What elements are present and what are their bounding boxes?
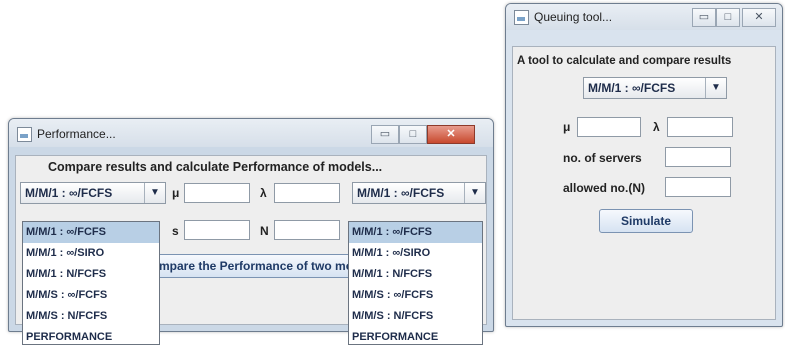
left-model-dropdown[interactable]: M/M/1 : ∞/FCFS M/M/1 : ∞/SIRO M/M/1 : N/…: [22, 221, 160, 345]
chevron-down-icon[interactable]: ▼: [464, 183, 485, 203]
s-input[interactable]: [184, 220, 250, 240]
dropdown-option[interactable]: M/M/1 : ∞/FCFS: [349, 222, 482, 243]
simulate-button[interactable]: Simulate: [599, 209, 693, 233]
servers-label: no. of servers: [563, 151, 642, 165]
servers-input[interactable]: [665, 147, 731, 167]
s-label: s: [172, 224, 179, 238]
queuing-description: A tool to calculate and compare results: [517, 55, 732, 67]
left-model-select[interactable]: M/M/1 : ∞/FCFS ▼: [20, 182, 166, 204]
performance-mu-input[interactable]: [184, 183, 250, 203]
performance-mu-label: μ: [172, 186, 180, 200]
dropdown-option[interactable]: M/M/S : N/FCFS: [23, 306, 159, 327]
n-input[interactable]: [274, 220, 340, 240]
maximize-icon[interactable]: □: [716, 8, 740, 27]
minimize-icon[interactable]: ▭: [692, 8, 716, 27]
maximize-icon[interactable]: □: [399, 125, 427, 144]
queuing-tool-window: Queuing tool... ▭ □ ✕ A tool to calculat…: [505, 3, 783, 327]
dropdown-option[interactable]: M/M/S : N/FCFS: [349, 306, 482, 327]
dropdown-option[interactable]: M/M/S : ∞/FCFS: [23, 285, 159, 306]
right-model-dropdown[interactable]: M/M/1 : ∞/FCFS M/M/1 : ∞/SIRO M/M/1 : N/…: [348, 221, 483, 345]
queuing-mu-label: μ: [563, 120, 571, 134]
queuing-model-value: M/M/1 : ∞/FCFS: [588, 81, 676, 95]
chevron-down-icon[interactable]: ▼: [705, 78, 726, 98]
queuing-lambda-input[interactable]: [667, 117, 733, 137]
queuing-mu-input[interactable]: [577, 117, 641, 137]
minimize-icon[interactable]: ▭: [371, 125, 399, 144]
right-model-select[interactable]: M/M/1 : ∞/FCFS ▼: [352, 182, 486, 204]
dropdown-option[interactable]: M/M/1 : ∞/SIRO: [23, 243, 159, 264]
performance-titlebar[interactable]: Performance... ▭ □ ✕: [9, 119, 493, 147]
performance-title: Performance...: [37, 127, 116, 141]
left-model-value: M/M/1 : ∞/FCFS: [25, 186, 113, 200]
performance-lambda-input[interactable]: [274, 183, 340, 203]
chevron-down-icon[interactable]: ▼: [144, 183, 165, 203]
dropdown-option[interactable]: M/M/1 : ∞/SIRO: [349, 243, 482, 264]
performance-lambda-label: λ: [260, 186, 267, 200]
queuing-title: Queuing tool...: [534, 10, 613, 24]
queuing-model-select[interactable]: M/M/1 : ∞/FCFS ▼: [583, 77, 727, 99]
performance-description: Compare results and calculate Performanc…: [48, 160, 383, 174]
queuing-lambda-label: λ: [653, 120, 660, 134]
queuing-titlebar[interactable]: Queuing tool... ▭ □ ✕: [506, 4, 782, 30]
dropdown-option[interactable]: M/M/1 : N/FCFS: [349, 264, 482, 285]
dropdown-option[interactable]: M/M/S : ∞/FCFS: [349, 285, 482, 306]
compare-button[interactable]: Compare the Performance of two models: [136, 254, 352, 278]
n-label: N: [260, 224, 269, 238]
queuing-client: A tool to calculate and compare results …: [512, 46, 776, 320]
allowed-label: allowed no.(N): [563, 181, 645, 195]
allowed-input[interactable]: [665, 177, 731, 197]
app-icon: [17, 127, 32, 142]
dropdown-option[interactable]: M/M/1 : N/FCFS: [23, 264, 159, 285]
dropdown-option[interactable]: M/M/1 : ∞/FCFS: [23, 222, 159, 243]
close-icon[interactable]: ✕: [427, 125, 475, 144]
right-model-value: M/M/1 : ∞/FCFS: [357, 186, 445, 200]
app-icon: [514, 10, 529, 25]
close-icon[interactable]: ✕: [742, 8, 776, 27]
